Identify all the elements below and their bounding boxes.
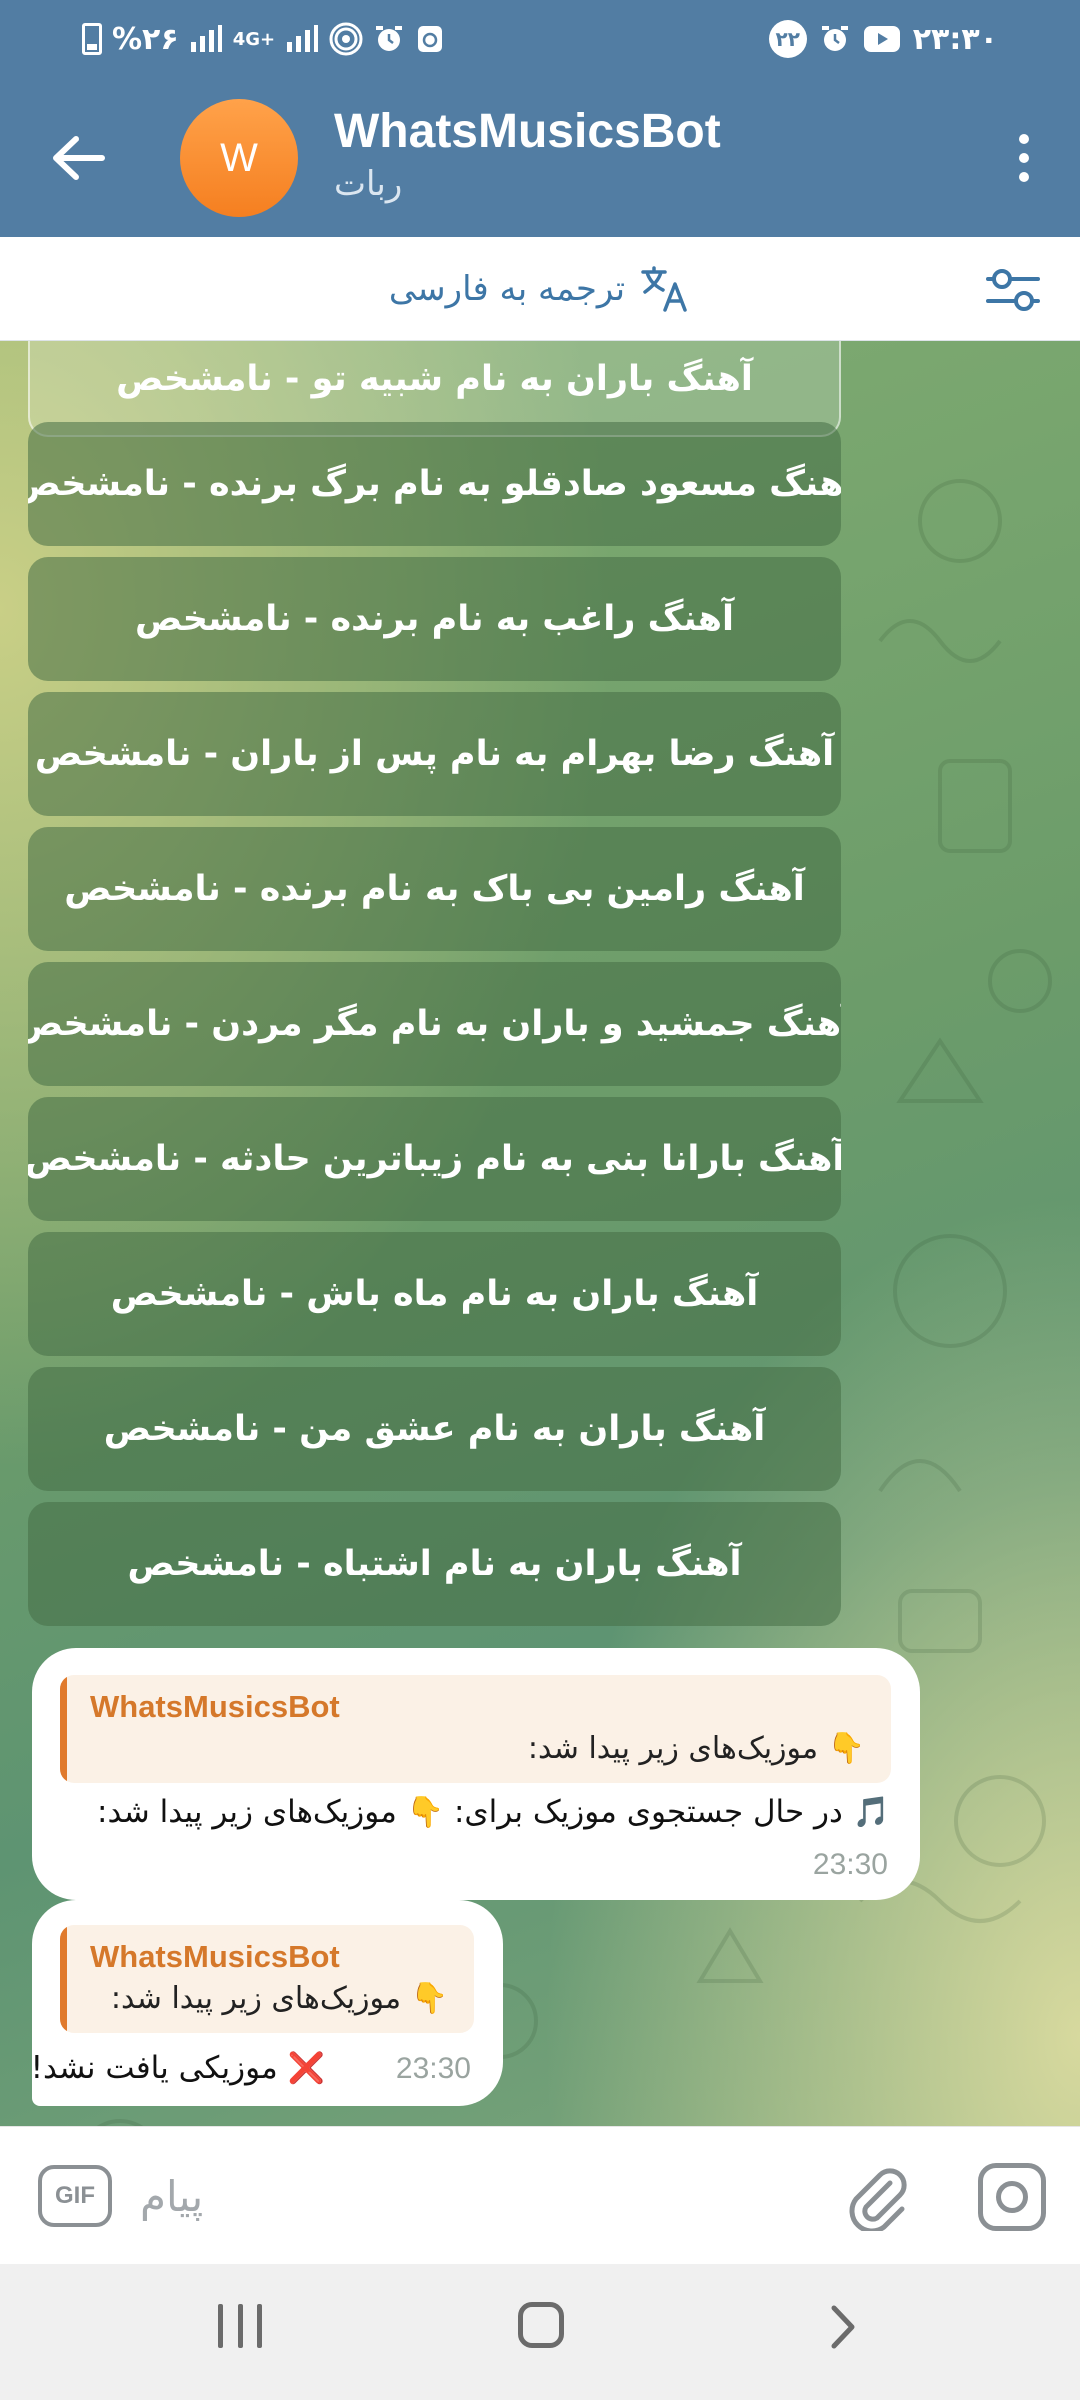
paperclip-icon — [849, 2168, 907, 2234]
keyboard-button[interactable]: آهنگ راغب به نام برنده - نامشخص — [28, 557, 841, 681]
app-notification-icon — [415, 23, 445, 55]
dot-icon — [1019, 153, 1029, 163]
message-input[interactable] — [140, 2157, 790, 2235]
status-bar: %۲۶ 4G+ ۲۲ ۲۳:۳۰ — [0, 0, 1080, 78]
message-text: در حال جستجوی موزیک برای: — [453, 1794, 843, 1830]
chevron-right-icon — [831, 2305, 855, 2349]
alarm-icon — [373, 23, 405, 55]
keyboard-button[interactable]: آهنگ بارانا بنی به نام زیباترین حادثه - … — [28, 1097, 841, 1221]
cross-mark-emoji: ❌ — [287, 2051, 325, 2086]
message-text: موزیکی یافت نشد! — [30, 2050, 278, 2086]
translate-button[interactable]: ترجمه به فارسی — [0, 237, 1080, 341]
reply-preview[interactable]: WhatsMusicsBot 👇 موزیک‌های زیر پیدا شد: — [60, 1675, 891, 1783]
keyboard-button[interactable]: آهنگ رضا بهرام به نام پس از باران - نامش… — [28, 692, 841, 816]
keyboard-button[interactable]: آهنگ جمشید و باران به نام مگر مردن - نام… — [28, 962, 841, 1086]
keyboard-button[interactable]: آهنگ باران به نام ماه باش - نامشخص — [28, 1232, 841, 1356]
tune-icon — [986, 269, 1040, 311]
point-down-emoji: 👇 — [406, 1795, 445, 1830]
message-time: 23:30 — [812, 1848, 888, 1881]
keyboard-button[interactable]: آهنگ مسعود صادقلو به نام برگ برنده - نام… — [28, 422, 841, 546]
chat-title[interactable]: WhatsMusicsBot — [334, 104, 721, 159]
translate-label: ترجمه به فارسی — [388, 269, 626, 309]
more-options-button[interactable] — [992, 124, 1056, 192]
notification-count-badge: ۲۲ — [768, 20, 807, 58]
status-time: ۲۳:۳۰ — [912, 21, 998, 57]
reply-sender-name: WhatsMusicsBot — [90, 1689, 340, 1724]
reply-text: موزیک‌های زیر پیدا شد: — [527, 1731, 819, 1766]
keyboard-button[interactable]: آهنگ باران به نام اشتباه - نامشخص — [28, 1502, 841, 1626]
camera-button[interactable] — [978, 2163, 1046, 2231]
point-down-emoji: 👇 — [827, 1731, 865, 1766]
battery-percent: %۲۶ — [112, 21, 179, 57]
hotspot-icon — [329, 22, 363, 56]
recent-apps-button[interactable] — [218, 2304, 262, 2348]
dot-icon — [1019, 172, 1029, 182]
youtube-icon — [863, 25, 901, 53]
alarm-icon-right — [819, 23, 851, 55]
recent-apps-icon — [218, 2304, 223, 2348]
message-bubble[interactable]: WhatsMusicsBot 👇 موزیک‌های زیر پیدا شد: … — [30, 1900, 503, 2106]
system-navigation-bar — [0, 2264, 1080, 2400]
battery-icon — [82, 23, 102, 55]
message-bubble[interactable]: WhatsMusicsBot 👇 موزیک‌های زیر پیدا شد: … — [32, 1648, 920, 1900]
message-text-tail: موزیک‌های زیر پیدا شد: — [97, 1794, 397, 1830]
translate-icon — [641, 266, 687, 312]
reply-sender-name: WhatsMusicsBot — [90, 1939, 340, 1974]
network-type: 4G+ — [232, 28, 276, 50]
signal-icon — [189, 24, 223, 54]
signal-icon-2 — [285, 24, 319, 54]
reply-text: موزیک‌های زیر پیدا شد: — [110, 1981, 402, 2016]
message-composer: GIF — [0, 2126, 1080, 2264]
dot-icon — [1019, 134, 1029, 144]
gif-button[interactable]: GIF — [38, 2165, 112, 2227]
attach-button[interactable] — [842, 2161, 912, 2234]
music-note-emoji: 🎵 — [852, 1795, 890, 1830]
point-down-emoji: 👇 — [410, 1981, 448, 2016]
arrow-left-icon — [53, 136, 105, 180]
keyboard-button[interactable]: آهنگ رامین بی باک به نام برنده - نامشخص — [28, 827, 841, 951]
top-app-bar: %۲۶ 4G+ ۲۲ ۲۳:۳۰ W WhatsMusicsBot ربات — [0, 0, 1080, 237]
avatar[interactable]: W — [180, 99, 298, 217]
message-time: 23:30 — [395, 2052, 471, 2085]
home-button[interactable] — [518, 2302, 564, 2348]
nav-back-button[interactable] — [820, 2304, 866, 2350]
translate-settings-button[interactable] — [984, 261, 1042, 319]
translate-bar: ترجمه به فارسی — [0, 237, 1080, 341]
back-button[interactable] — [40, 120, 116, 196]
reply-preview[interactable]: WhatsMusicsBot 👇 موزیک‌های زیر پیدا شد: — [60, 1925, 474, 2033]
keyboard-button[interactable]: آهنگ باران به نام عشق من - نامشخص — [28, 1367, 841, 1491]
chat-area[interactable]: آهنگ باران به نام شبیه تو - نامشخص آهنگ … — [0, 341, 1080, 2126]
chat-subtitle: ربات — [334, 164, 403, 204]
